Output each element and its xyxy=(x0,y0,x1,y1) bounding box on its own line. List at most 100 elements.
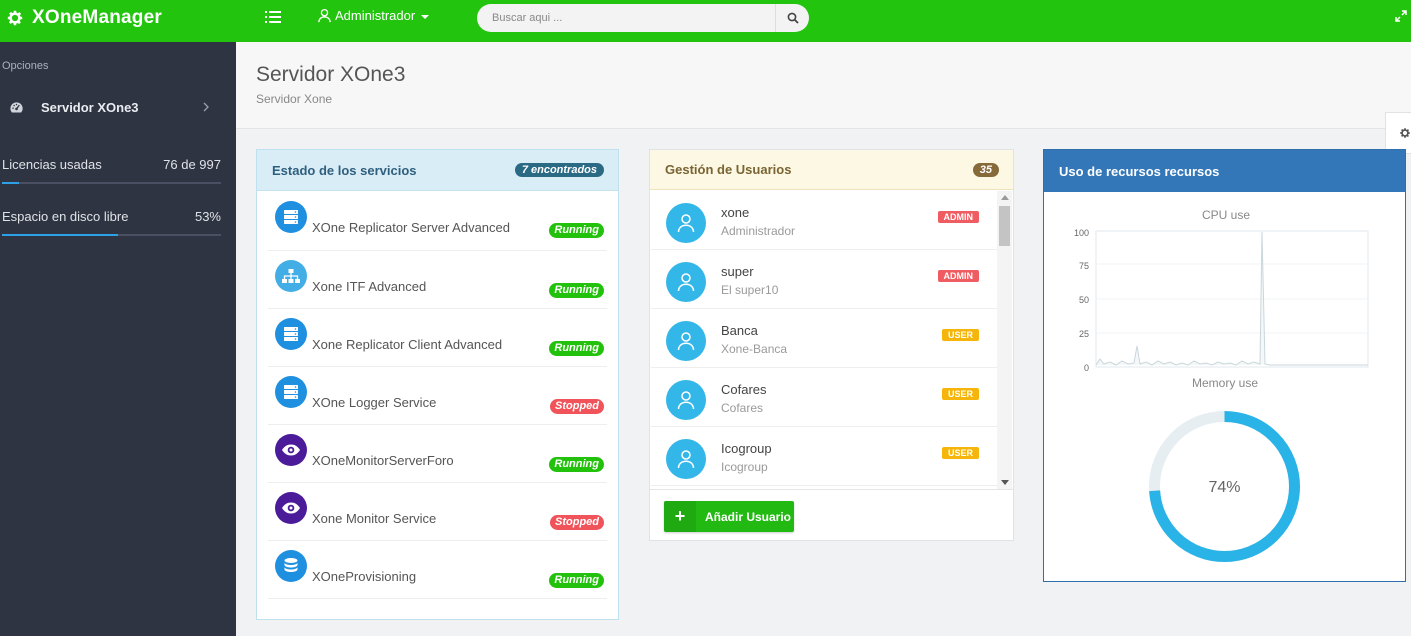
sidebar-item-server[interactable]: Servidor XOne3 xyxy=(0,94,236,120)
user-menu-label: Administrador xyxy=(335,8,416,23)
page-title: Servidor XOne3 xyxy=(256,63,406,86)
services-count-badge: 7 encontrados xyxy=(514,163,604,177)
server-icon xyxy=(275,317,307,350)
cpu-tick-label: 25 xyxy=(1079,329,1089,339)
service-status-badge: Stopped xyxy=(550,515,604,530)
top-navbar: XOneManager Administrador xyxy=(0,0,1411,42)
resources-panel-header: Uso de recursos recursos xyxy=(1044,150,1405,192)
service-status-badge: Running xyxy=(549,283,604,298)
server-icon xyxy=(275,200,307,233)
cpu-chart: 100 75 50 25 0 xyxy=(1074,228,1369,373)
user-row[interactable]: xone Administrador ADMIN xyxy=(651,191,998,250)
search-button[interactable] xyxy=(775,4,809,32)
page-header: Servidor XOne3 Servidor Xone xyxy=(236,42,1411,129)
user-description: El super10 xyxy=(721,283,779,297)
progress-track xyxy=(2,234,221,236)
user-row[interactable]: Icogroup Icogroup USER xyxy=(651,427,998,486)
stat-value: 53% xyxy=(194,209,221,224)
resources-panel: Uso de recursos recursos CPU use 100 75 50… xyxy=(1043,149,1406,582)
service-name: Xone Monitor Service xyxy=(312,511,437,526)
memory-value: 74% xyxy=(1208,479,1241,496)
users-list: xone Administrador ADMIN super El super10 ADM… xyxy=(650,191,998,487)
user-icon xyxy=(318,8,331,23)
cpu-tick-label: 0 xyxy=(1084,363,1089,373)
service-status-badge: Running xyxy=(549,223,604,238)
plus-icon: + xyxy=(664,501,696,532)
user-row[interactable]: Cofares Cofares USER xyxy=(651,368,998,427)
service-row[interactable]: Xone Replicator Client Advanced Running xyxy=(268,309,607,367)
progress-fill xyxy=(2,182,19,184)
user-icon xyxy=(677,450,695,469)
service-row[interactable]: Xone ITF Advanced Running xyxy=(268,251,607,309)
database-icon xyxy=(275,549,307,582)
dashboard-icon xyxy=(10,101,23,112)
fullscreen-icon[interactable] xyxy=(1395,10,1407,22)
stat-label: Licencias usadas xyxy=(2,157,102,172)
services-panel-header: Estado de los servicios 7 encontrados xyxy=(257,150,618,191)
eye-icon xyxy=(275,491,307,524)
sidebar: Opciones Servidor XOne3 Licencias usadas… xyxy=(0,42,236,636)
panel-title: Gestión de Usuarios xyxy=(665,162,792,177)
service-row[interactable]: XOneMonitorServerForo Running xyxy=(268,425,607,483)
user-icon xyxy=(677,391,695,410)
licenses-stat: Licencias usadas 76 de 997 xyxy=(2,157,221,184)
service-name: XOne Logger Service xyxy=(312,395,437,410)
service-status-badge: Stopped xyxy=(550,399,604,414)
users-scrollbar[interactable] xyxy=(997,191,1012,489)
sidebar-item-label: Servidor XOne3 xyxy=(41,99,139,115)
user-description: Administrador xyxy=(721,224,796,238)
stat-value: 76 de 997 xyxy=(163,157,221,172)
scroll-thumb[interactable] xyxy=(999,206,1010,246)
scroll-down-icon[interactable] xyxy=(1001,480,1009,485)
users-panel: Gestión de Usuarios 35 xone Administrador… xyxy=(649,149,1014,541)
services-panel: Estado de los servicios 7 encontrados XO… xyxy=(256,149,619,620)
search-box xyxy=(477,4,809,32)
brand[interactable]: XOneManager xyxy=(6,0,162,36)
service-name: XOneMonitorServerForo xyxy=(312,453,454,468)
role-badge: USER xyxy=(941,447,979,459)
progress-track xyxy=(2,182,221,184)
user-icon xyxy=(677,332,695,351)
search-input[interactable] xyxy=(477,4,775,32)
page-subtitle: Servidor Xone xyxy=(256,92,333,106)
brand-name: XOneManager xyxy=(32,7,162,28)
user-icon xyxy=(677,273,695,292)
service-row[interactable]: Xone Monitor Service Stopped xyxy=(268,483,607,541)
user-description: Icogroup xyxy=(721,460,768,474)
gear-icon xyxy=(1400,128,1410,138)
user-description: Cofares xyxy=(721,401,764,415)
gear-icon xyxy=(7,10,23,26)
service-name: XOne Replicator Server Advanced xyxy=(312,220,510,235)
scroll-up-icon[interactable] xyxy=(1001,195,1009,200)
panel-title: Uso de recursos recursos xyxy=(1059,163,1220,179)
service-name: Xone Replicator Client Advanced xyxy=(312,337,503,352)
user-row[interactable]: Banca Xone-Banca USER xyxy=(651,309,998,368)
settings-toggle[interactable] xyxy=(1385,112,1411,154)
user-icon xyxy=(677,214,695,233)
user-name: Icogroup xyxy=(721,441,772,456)
user-menu[interactable]: Administrador xyxy=(317,8,430,23)
role-badge: USER xyxy=(941,388,979,400)
user-row[interactable]: super El super10 ADMIN xyxy=(651,250,998,309)
avatar xyxy=(666,439,706,479)
service-row[interactable]: XOne Replicator Server Advanced Running xyxy=(268,191,607,251)
service-status-badge: Running xyxy=(549,573,604,588)
add-user-label: Añadir Usuario xyxy=(705,509,792,524)
sitemap-icon xyxy=(275,259,307,292)
memory-chart-title: Memory use xyxy=(1192,376,1259,390)
avatar xyxy=(666,203,706,243)
sidebar-heading: Opciones xyxy=(2,60,49,72)
service-row[interactable]: XOne Logger Service Stopped xyxy=(268,367,607,425)
services-list: XOne Replicator Server Advanced Running Xo… xyxy=(257,191,618,599)
service-status-badge: Running xyxy=(549,341,604,356)
service-status-badge: Running xyxy=(549,457,604,472)
progress-fill xyxy=(2,234,119,236)
service-row[interactable]: XOneProvisioning Running xyxy=(268,541,607,599)
server-icon xyxy=(275,375,307,408)
avatar xyxy=(666,262,706,302)
add-user-button[interactable]: + Añadir Usuario xyxy=(664,501,794,532)
panel-title: Estado de los servicios xyxy=(272,162,417,178)
eye-icon xyxy=(275,433,307,466)
menu-toggle-icon[interactable] xyxy=(265,10,281,24)
users-panel-header: Gestión de Usuarios 35 xyxy=(650,150,1013,190)
